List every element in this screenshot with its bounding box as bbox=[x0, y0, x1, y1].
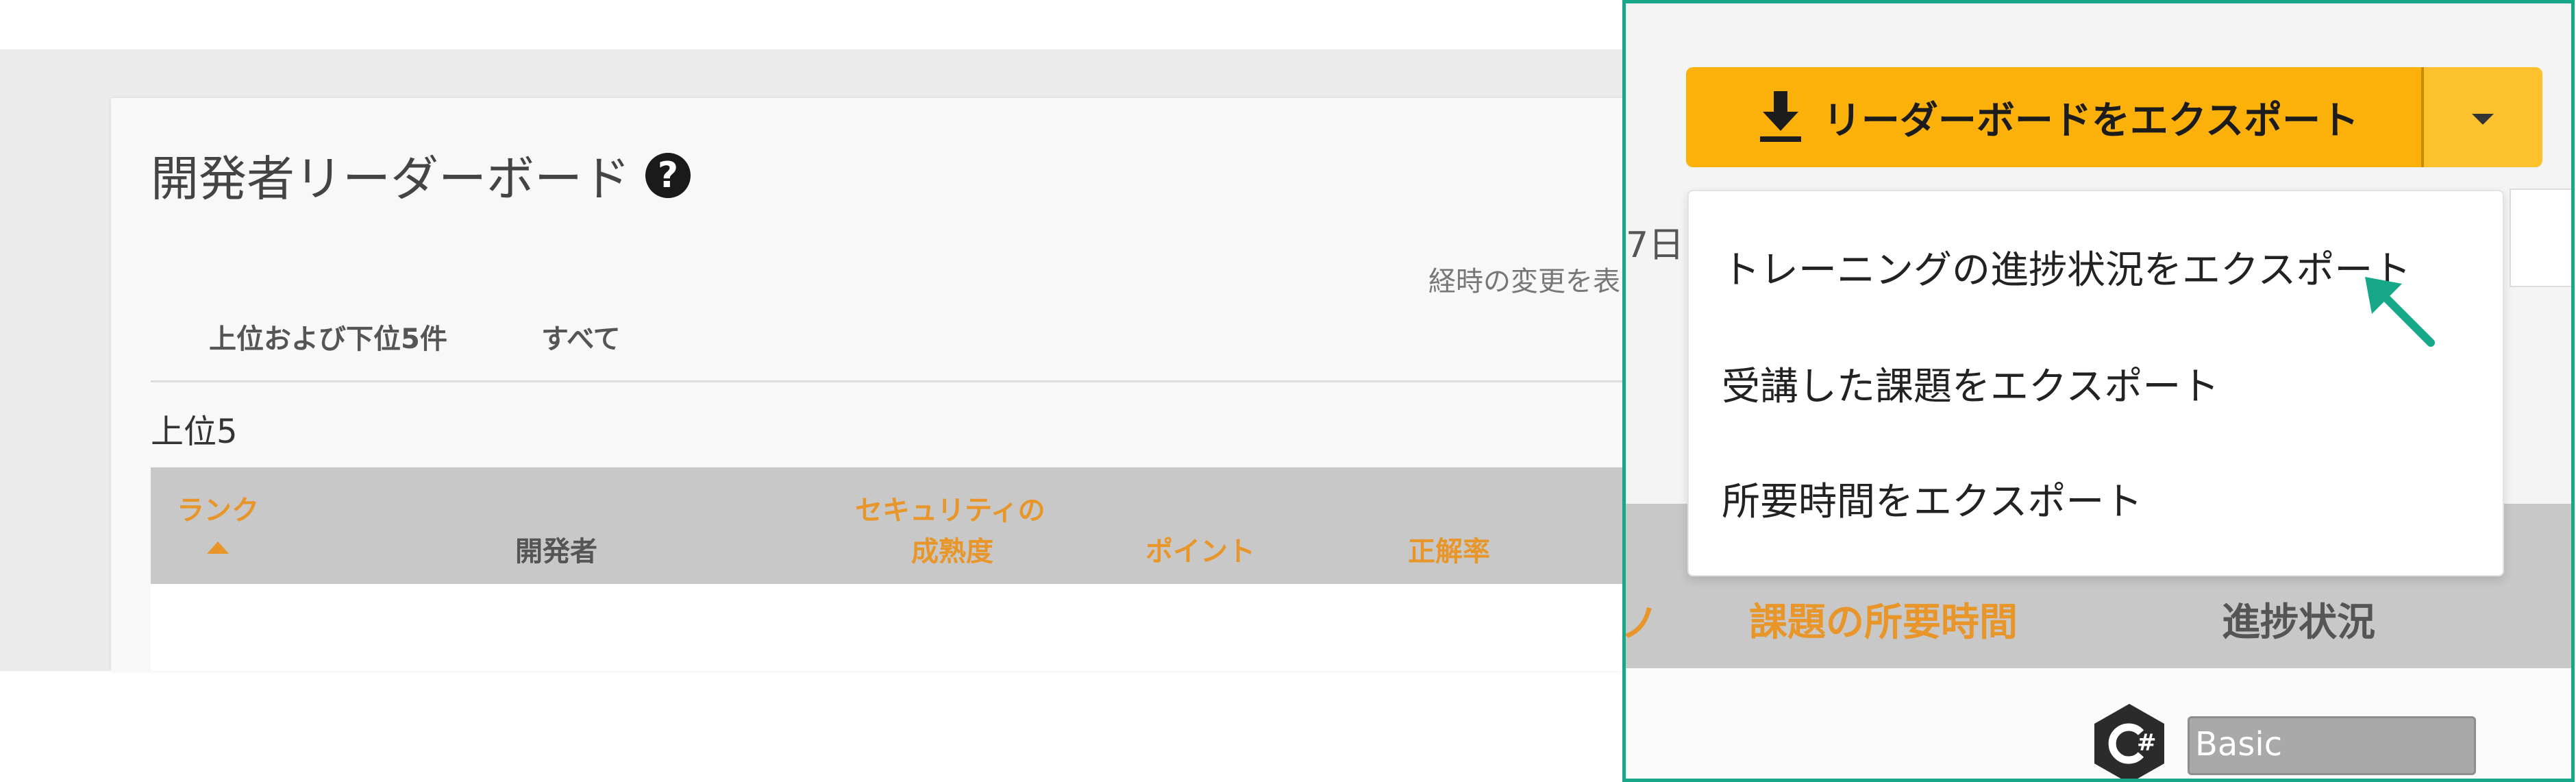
zoom-callout-panel: 7日 リーダーボードをエクスポート ノ 課題の所要時間 進捗状況 # Basic… bbox=[1622, 0, 2575, 782]
export-leaderboard-button[interactable]: リーダーボードをエクスポート bbox=[1686, 67, 2431, 167]
progress-level-bar: Basic bbox=[2188, 716, 2476, 775]
export-dropdown-menu: トレーニングの進捗状況をエクスポート 受講した課題をエクスポート 所要時間をエク… bbox=[1687, 190, 2504, 576]
changes-over-time-label: 経時の変更を表 bbox=[1428, 266, 1620, 297]
download-icon bbox=[1759, 91, 1801, 142]
column-header-developer: 開発者 bbox=[515, 536, 597, 567]
arrow-pointer-icon bbox=[2365, 277, 2435, 347]
column-header-security-maturity-line1[interactable]: セキュリティの bbox=[855, 488, 1045, 528]
menu-item-export-time-spent[interactable]: 所要時間をエクスポート bbox=[1722, 471, 2142, 526]
column-header-points[interactable]: ポイント bbox=[1145, 529, 1255, 569]
progress-level-label: Basic bbox=[2195, 725, 2283, 763]
section-label-top5: 上位5 bbox=[151, 413, 238, 451]
column-header-challenge-time[interactable]: 課題の所要時間 bbox=[1749, 591, 2018, 647]
tabs-divider bbox=[151, 380, 1625, 382]
tab-all[interactable]: すべて bbox=[541, 317, 621, 356]
export-dropdown-toggle[interactable] bbox=[2424, 67, 2542, 167]
filter-input-partial[interactable] bbox=[2510, 188, 2571, 287]
caret-down-icon bbox=[2472, 114, 2494, 125]
question-circle-icon[interactable]: ? bbox=[645, 152, 691, 198]
table-row bbox=[151, 584, 1625, 671]
tab-top-bottom-5[interactable]: 上位および下位5件 bbox=[209, 317, 447, 356]
sort-up-icon[interactable] bbox=[207, 541, 229, 554]
column-header-rank[interactable]: ランク bbox=[177, 488, 259, 528]
column-header-accuracy[interactable]: 正解率 bbox=[1408, 529, 1490, 569]
column-header-fragment: ノ bbox=[1622, 602, 1659, 646]
export-leaderboard-label: リーダーボードをエクスポート bbox=[1822, 98, 2360, 143]
csharp-icon: # bbox=[2094, 704, 2164, 779]
menu-item-export-challenges-taken[interactable]: 受講した課題をエクスポート bbox=[1722, 356, 2219, 411]
svg-text:#: # bbox=[2137, 729, 2157, 757]
page-title: 開発者リーダーボード ? bbox=[151, 140, 691, 210]
column-header-security-maturity-line2[interactable]: 成熟度 bbox=[911, 529, 993, 569]
column-header-progress: 進捗状況 bbox=[2222, 600, 2375, 645]
filter-period-partial: 7日 bbox=[1626, 225, 1685, 266]
menu-item-export-training-progress[interactable]: トレーニングの進捗状況をエクスポート bbox=[1722, 239, 2411, 295]
page-title-text: 開発者リーダーボード bbox=[151, 151, 630, 207]
